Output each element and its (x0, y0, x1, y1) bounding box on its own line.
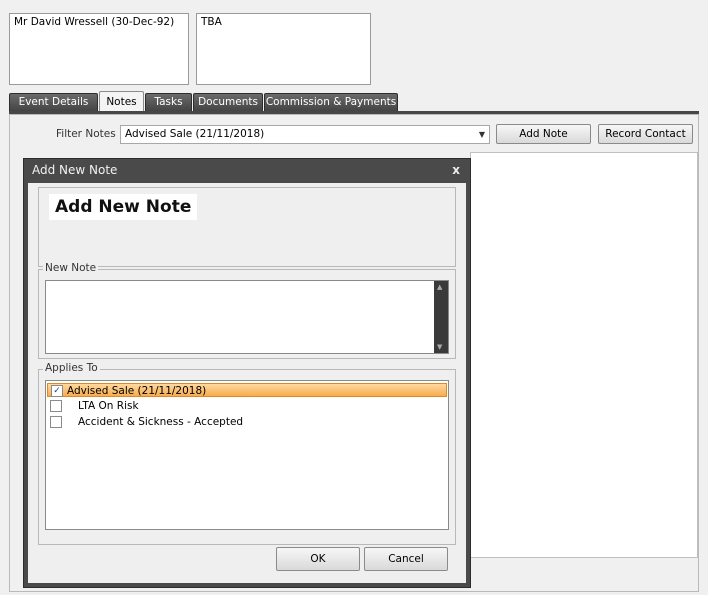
cancel-button[interactable]: Cancel (364, 547, 448, 571)
note-scrollbar[interactable]: ▲ ▼ (434, 281, 448, 353)
client-name: Mr David Wressell (30-Dec-92) (14, 16, 175, 28)
dialog-body: Add New Note New Note ▲ ▼ Applies To ✓ Ad… (28, 183, 466, 583)
applies-to-group: Applies To ✓ Advised Sale (21/11/2018) LT… (38, 362, 456, 545)
dialog-heading: Add New Note (49, 194, 198, 220)
add-note-button[interactable]: Add Note (496, 124, 591, 144)
new-note-legend: New Note (43, 262, 99, 274)
dialog-title-bar: Add New Note x (24, 159, 470, 183)
tab-event-details[interactable]: Event Details (9, 93, 98, 111)
applies-to-legend: Applies To (43, 362, 100, 374)
checkbox[interactable] (50, 416, 62, 428)
secondary-info: TBA (201, 16, 222, 28)
ok-button[interactable]: OK (276, 547, 360, 571)
tab-tasks[interactable]: Tasks (145, 93, 192, 111)
dialog-title: Add New Note (32, 163, 118, 177)
record-contact-button[interactable]: Record Contact (598, 124, 693, 144)
scroll-down-icon[interactable]: ▼ (437, 343, 442, 351)
new-note-group: New Note ▲ ▼ (38, 262, 456, 359)
checkbox[interactable] (50, 400, 62, 412)
close-icon[interactable]: x (452, 159, 460, 181)
chevron-down-icon: ▼ (478, 130, 485, 139)
client-name-box: Mr David Wressell (30-Dec-92) (9, 13, 189, 85)
applies-to-list: ✓ Advised Sale (21/11/2018) LTA On Risk A… (45, 380, 449, 530)
heading-group: Add New Note (38, 187, 456, 267)
list-item[interactable]: ✓ Advised Sale (21/11/2018) (47, 383, 447, 397)
filter-notes-label: Filter Notes (56, 128, 116, 140)
scroll-up-icon[interactable]: ▲ (437, 283, 442, 291)
checkbox-checked[interactable]: ✓ (51, 385, 63, 397)
filter-notes-select[interactable]: Advised Sale (21/11/2018) ▼ (120, 125, 490, 144)
add-note-dialog: Add New Note x Add New Note New Note ▲ ▼… (23, 158, 471, 588)
list-item[interactable]: LTA On Risk (47, 399, 447, 413)
tab-documents[interactable]: Documents (193, 93, 263, 111)
tab-commission-payments[interactable]: Commission & Payments (264, 93, 398, 111)
notes-list-area (470, 152, 698, 558)
secondary-info-box: TBA (196, 13, 371, 85)
new-note-field[interactable]: ▲ ▼ (45, 280, 449, 354)
list-item[interactable]: Accident & Sickness - Accepted (47, 415, 447, 429)
tab-notes[interactable]: Notes (99, 91, 144, 112)
